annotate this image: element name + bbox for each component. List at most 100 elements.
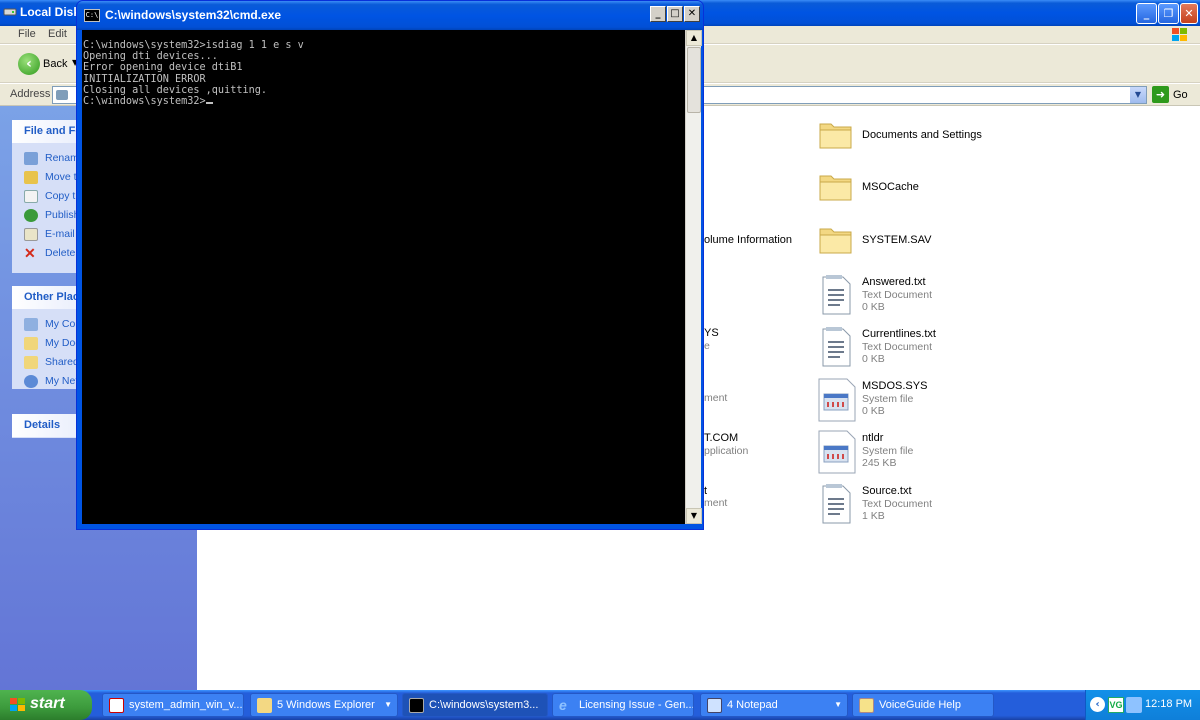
- scroll-thumb[interactable]: [687, 47, 701, 113]
- file-name: Source.txt: [862, 485, 912, 497]
- documents-folder-icon: [24, 337, 38, 350]
- partial-file-name[interactable]: YS: [704, 327, 719, 339]
- file-name: Currentlines.txt: [862, 328, 936, 340]
- file-size: 0 KB: [862, 405, 885, 417]
- move-icon: [24, 171, 38, 184]
- folder-icon: [819, 123, 852, 149]
- cmd-window: C:\ C:\windows\system32\cmd.exe _ □ ✕ C:…: [76, 0, 704, 530]
- prompt-line[interactable]: C:\windows\system32>: [83, 96, 685, 107]
- file-name: ntldr: [862, 432, 884, 444]
- delete-x-icon: ✕: [24, 245, 36, 261]
- menu-edit[interactable]: Edit: [48, 28, 67, 40]
- text-document-icon: [822, 327, 851, 367]
- console-line: C:\windows\system32>isdiag 1 1 e s v: [83, 40, 304, 51]
- chevron-down-icon[interactable]: ▼: [1130, 87, 1146, 103]
- drive-icon: [3, 8, 17, 16]
- computer-icon: [24, 318, 38, 331]
- copy-icon: [24, 190, 38, 203]
- folder-icon: [819, 175, 852, 201]
- file-name: MSOCache: [862, 181, 919, 193]
- taskbar-button-notepad[interactable]: 4 Notepad ▼: [700, 693, 848, 717]
- close-button[interactable]: ✕: [684, 6, 700, 22]
- address-label: Address: [10, 88, 51, 100]
- go-button[interactable]: Go: [1173, 89, 1188, 101]
- maximize-button[interactable]: □: [667, 6, 683, 22]
- start-button[interactable]: start: [0, 690, 92, 720]
- file-item[interactable]: Source.txt Text Document 1 KB: [818, 483, 1018, 531]
- system-tray: ‹ VG 12:18 PM: [1085, 690, 1200, 720]
- cmd-icon: [409, 698, 424, 713]
- partial-file-type: e: [704, 340, 710, 352]
- file-item[interactable]: Answered.txt Text Document 0 KB: [818, 274, 1018, 322]
- drive-icon: [56, 90, 68, 100]
- console-line: Closing all devices ,quitting.: [83, 84, 268, 96]
- menu-file[interactable]: File: [18, 28, 36, 40]
- network-tray-icon[interactable]: [1126, 697, 1142, 713]
- prompt-text: C:\windows\system32>: [83, 96, 206, 108]
- partial-file-name[interactable]: olume Information: [704, 234, 792, 246]
- file-item[interactable]: MSDOS.SYS System file 0 KB: [818, 378, 1018, 426]
- scroll-up-icon[interactable]: ▲: [686, 30, 702, 46]
- pdf-icon: [109, 698, 124, 713]
- file-type: System file: [862, 445, 914, 457]
- minimize-button[interactable]: _: [650, 6, 666, 22]
- console-line: Opening dti devices...: [83, 51, 218, 63]
- windows-logo-icon: [1172, 28, 1187, 41]
- notepad-icon: [707, 698, 722, 713]
- partial-file-name[interactable]: t: [704, 485, 707, 497]
- clock[interactable]: 12:18 PM: [1145, 698, 1192, 710]
- go-arrow-icon[interactable]: ➜: [1152, 86, 1169, 103]
- file-type: Text Document: [862, 341, 933, 353]
- restore-button[interactable]: ❐: [1158, 3, 1179, 24]
- file-name: Answered.txt: [862, 276, 926, 288]
- file-item[interactable]: Currentlines.txt Text Document 0 KB: [818, 326, 1018, 374]
- text-document-icon: [822, 484, 851, 524]
- text-document-icon: [822, 275, 851, 315]
- taskbar-button-voiceguide[interactable]: VoiceGuide Help: [852, 693, 994, 717]
- file-name: SYSTEM.SAV: [862, 234, 932, 246]
- console-line: INITIALIZATION ERROR: [83, 73, 206, 85]
- folder-item[interactable]: MSOCache: [818, 170, 1018, 218]
- console-output[interactable]: C:\windows\system32>isdiag 1 1 e s v Open…: [82, 30, 685, 524]
- ie-icon: e: [559, 697, 567, 713]
- explorer-title: Local Disk: [20, 5, 81, 19]
- cmd-titlebar[interactable]: C:\ C:\windows\system32\cmd.exe _ □ ✕: [77, 1, 703, 30]
- show-hidden-icons-icon[interactable]: ‹: [1090, 697, 1105, 712]
- help-icon: [859, 698, 874, 713]
- email-icon: [24, 228, 38, 241]
- system-file-icon: [818, 430, 856, 474]
- chevron-down-icon: ▼: [384, 700, 392, 709]
- scroll-down-icon[interactable]: ▼: [686, 508, 702, 524]
- minimize-button[interactable]: _: [1136, 3, 1157, 24]
- windows-flag-icon: [10, 698, 25, 711]
- cmd-icon: C:\: [84, 9, 100, 22]
- start-label: start: [30, 695, 65, 712]
- rename-icon: [24, 152, 38, 165]
- file-size: 0 KB: [862, 353, 885, 365]
- text-cursor: [205, 102, 213, 105]
- shared-folder-icon: [24, 356, 38, 369]
- folder-item[interactable]: Documents and Settings: [818, 118, 1018, 166]
- network-icon: [24, 375, 38, 388]
- file-type: System file: [862, 393, 914, 405]
- file-item[interactable]: ntldr System file 245 KB: [818, 430, 1018, 478]
- chevron-down-icon: ▼: [834, 700, 842, 709]
- folder-item[interactable]: SYSTEM.SAV: [818, 223, 1018, 271]
- file-name: MSDOS.SYS: [862, 380, 928, 392]
- back-button[interactable]: Back: [43, 58, 67, 70]
- cmd-title: C:\windows\system32\cmd.exe: [105, 8, 282, 22]
- taskbar: start system_admin_win_v... 5 Windows Ex…: [0, 690, 1200, 720]
- vertical-scrollbar[interactable]: ▲ ▼: [685, 30, 702, 524]
- taskbar-button-cmd[interactable]: C:\windows\system3...: [402, 693, 548, 717]
- file-size: 1 KB: [862, 510, 885, 522]
- folder-icon: [257, 698, 272, 713]
- voiceguide-tray-icon[interactable]: VG: [1108, 697, 1124, 713]
- taskbar-button-pdf[interactable]: system_admin_win_v...: [102, 693, 244, 717]
- taskbar-button-ie[interactable]: e Licensing Issue - Gen...: [552, 693, 694, 717]
- close-button[interactable]: ✕: [1180, 3, 1198, 24]
- file-size: 245 KB: [862, 457, 897, 469]
- taskbar-button-explorer[interactable]: 5 Windows Explorer ▼: [250, 693, 398, 717]
- console-line: Error opening device dtiB1: [83, 62, 243, 74]
- back-arrow-icon[interactable]: ‹: [18, 53, 40, 75]
- partial-file-name[interactable]: T.COM: [704, 432, 738, 444]
